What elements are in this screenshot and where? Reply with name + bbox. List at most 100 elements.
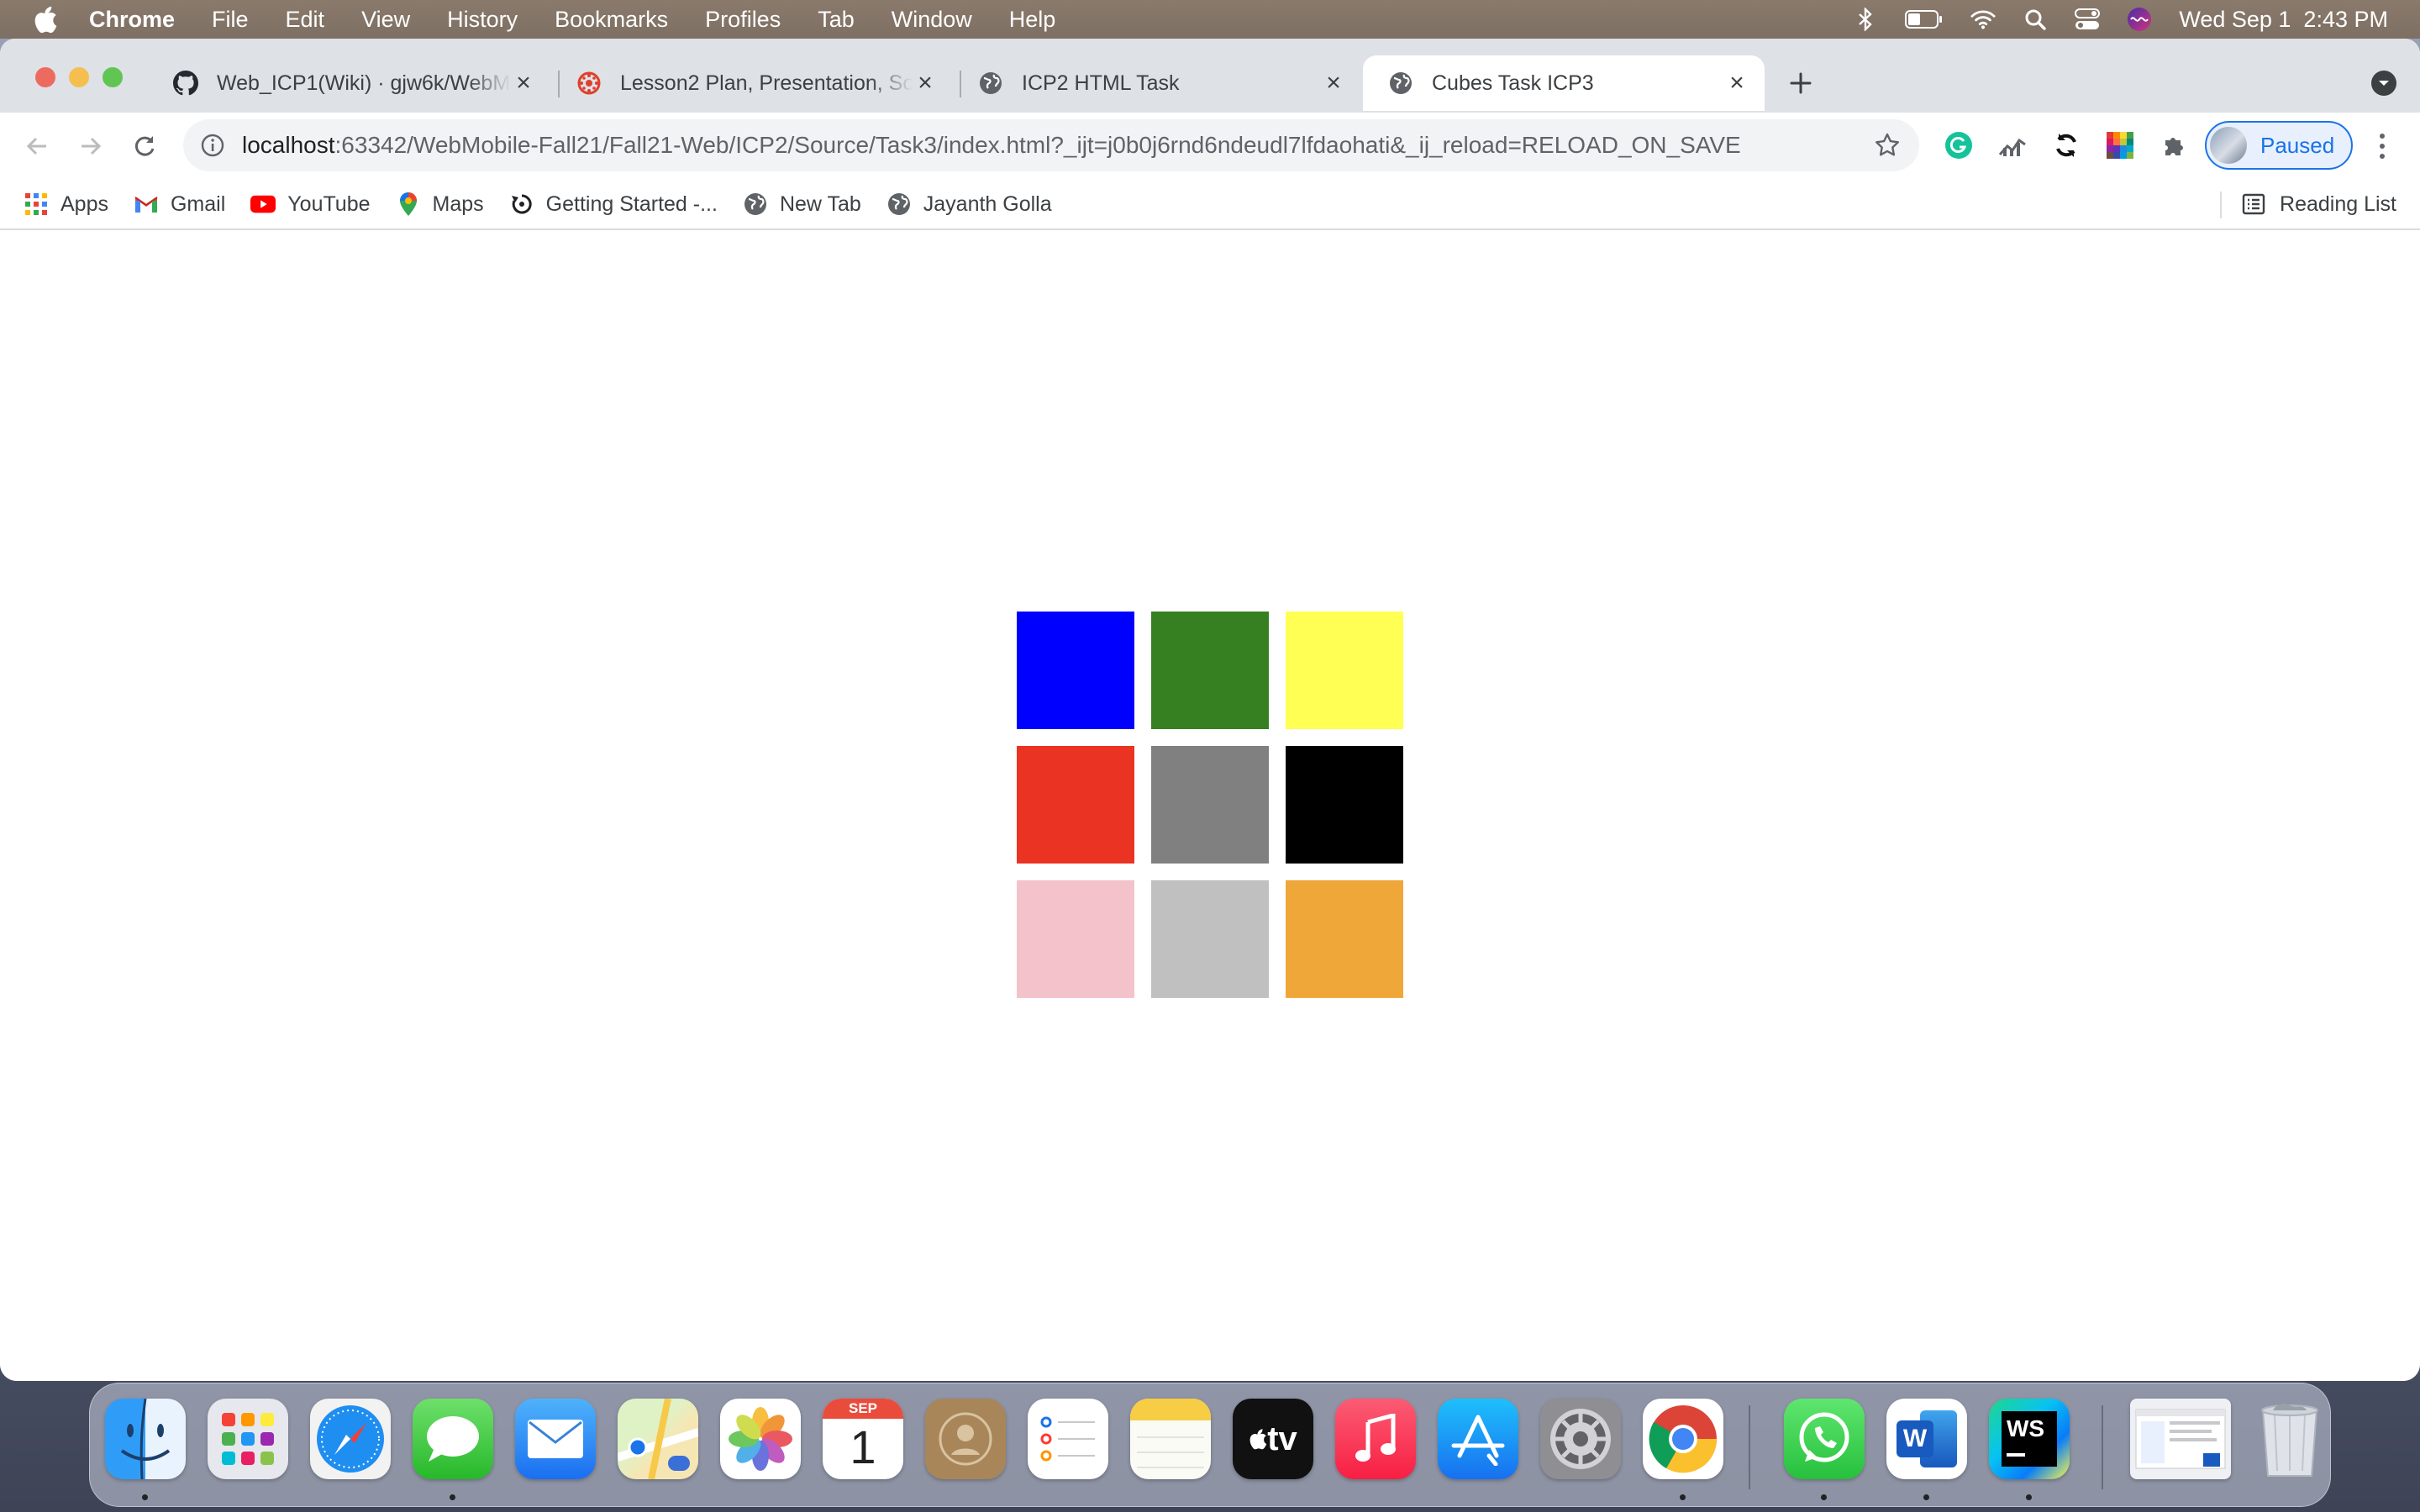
menu-profiles[interactable]: Profiles xyxy=(705,7,781,33)
color-cube xyxy=(1151,746,1269,864)
bookmark-new-tab[interactable]: New Tab xyxy=(743,192,861,217)
color-cube xyxy=(1151,880,1269,998)
notes-icon[interactable] xyxy=(1130,1399,1211,1479)
battery-icon[interactable] xyxy=(1905,7,1944,32)
menu-view[interactable]: View xyxy=(361,7,410,33)
system-preferences-icon[interactable] xyxy=(1540,1399,1621,1479)
contacts-icon[interactable] xyxy=(925,1399,1006,1479)
safari-icon[interactable] xyxy=(310,1399,391,1479)
whatsapp-icon[interactable] xyxy=(1784,1399,1865,1479)
app-menu-chrome[interactable]: Chrome xyxy=(89,7,175,33)
wifi-icon[interactable] xyxy=(1970,7,1996,32)
reading-list-label: Reading List xyxy=(2280,192,2396,216)
url-text[interactable]: localhost:63342/WebMobile-Fall21/Fall21-… xyxy=(242,132,1872,159)
apple-icon[interactable] xyxy=(34,5,59,34)
reminders-icon[interactable] xyxy=(1028,1399,1108,1479)
profile-button[interactable]: Paused xyxy=(2205,121,2353,170)
color-palette-extension-icon[interactable] xyxy=(2104,129,2136,161)
menu-file[interactable]: File xyxy=(212,7,249,33)
address-bar[interactable]: localhost:63342/WebMobile-Fall21/Fall21-… xyxy=(183,119,1919,171)
site-info-icon[interactable] xyxy=(200,133,225,158)
cubes-grid xyxy=(1017,612,1403,998)
extensions-puzzle-icon[interactable] xyxy=(2158,129,2190,161)
bookmark-maps[interactable]: Maps xyxy=(396,192,484,217)
menu-history[interactable]: History xyxy=(447,7,518,33)
bluetooth-icon[interactable] xyxy=(1853,7,1878,32)
forward-arrow-icon xyxy=(82,137,102,155)
tab-cubes-task-icp3[interactable]: Cubes Task ICP3 × xyxy=(1363,55,1765,111)
siri-icon[interactable] xyxy=(2127,7,2152,32)
new-tab-button[interactable] xyxy=(1781,64,1820,102)
bookmark-jayanth-golla[interactable]: Jayanth Golla xyxy=(886,192,1052,217)
window-close-button[interactable] xyxy=(35,67,55,87)
webstorm-label: WS xyxy=(2007,1415,2045,1441)
bookmark-apps[interactable]: Apps xyxy=(24,192,108,217)
globe-icon xyxy=(1388,71,1413,96)
menubar-clock[interactable]: Wed Sep 1 2:43 PM xyxy=(2179,7,2388,33)
launchpad-icon[interactable] xyxy=(208,1399,288,1479)
messages-icon[interactable] xyxy=(413,1399,493,1479)
chrome-icon[interactable] xyxy=(1643,1399,1723,1479)
tab-strip: Web_ICP1(Wiki) · gjw6k/WebM × Lesson2 Pl… xyxy=(0,39,2420,113)
grammarly-extension-icon[interactable] xyxy=(1943,129,1975,161)
sync-extension-icon[interactable] xyxy=(2050,129,2082,161)
dock-divider xyxy=(1749,1405,1750,1489)
window-zoom-button[interactable] xyxy=(103,67,123,87)
analytics-extension-icon[interactable] xyxy=(1996,129,2028,161)
back-button[interactable] xyxy=(20,129,54,163)
reload-button[interactable] xyxy=(128,129,161,163)
trash-icon[interactable] xyxy=(2249,1399,2330,1479)
webstorm-icon[interactable]: WS xyxy=(1989,1399,2070,1479)
tab-close-icon[interactable]: × xyxy=(1321,69,1346,97)
tab-close-icon[interactable]: × xyxy=(913,69,938,97)
bookmark-getting-started[interactable]: Getting Started -... xyxy=(509,192,718,217)
chevron-down-icon xyxy=(2379,81,2389,86)
gmail-icon xyxy=(134,192,159,217)
forward-button[interactable] xyxy=(74,129,108,163)
tab-search-button[interactable] xyxy=(2371,71,2396,96)
menu-bookmarks[interactable]: Bookmarks xyxy=(555,7,668,33)
window-preview-icon[interactable] xyxy=(2130,1399,2231,1479)
youtube-icon xyxy=(250,192,276,217)
globe-icon xyxy=(743,192,768,217)
color-cube xyxy=(1286,746,1403,864)
dock: SEP 1 tv W WS xyxy=(89,1383,2331,1507)
window-minimize-button[interactable] xyxy=(69,67,89,87)
more-menu-icon[interactable] xyxy=(2370,129,2395,163)
tab-web-icp1-wiki[interactable]: Web_ICP1(Wiki) · gjw6k/WebM × xyxy=(148,55,551,111)
tab-icp2-html-task[interactable]: ICP2 HTML Task × xyxy=(953,55,1361,111)
menu-window[interactable]: Window xyxy=(892,7,972,33)
reading-list-button[interactable]: Reading List xyxy=(2241,180,2396,228)
bookmark-label: Jayanth Golla xyxy=(923,192,1052,216)
tab-lesson2-plan[interactable]: Lesson2 Plan, Presentation, So × xyxy=(551,55,953,111)
mail-icon[interactable] xyxy=(515,1399,596,1479)
bookmark-label: YouTube xyxy=(287,192,371,216)
color-cube xyxy=(1286,612,1403,729)
menu-help[interactable]: Help xyxy=(1009,7,1056,33)
getting-started-icon xyxy=(509,192,534,217)
running-indicator xyxy=(1680,1494,1686,1500)
app-store-icon[interactable] xyxy=(1438,1399,1518,1479)
canvas-icon xyxy=(576,71,602,96)
tab-close-icon[interactable]: × xyxy=(511,69,536,97)
page-content xyxy=(0,230,2420,1381)
bookmark-star-icon[interactable] xyxy=(1872,130,1902,160)
word-icon[interactable]: W xyxy=(1886,1399,1967,1479)
music-icon[interactable] xyxy=(1335,1399,1416,1479)
bookmark-youtube[interactable]: YouTube xyxy=(250,192,371,217)
menu-tab[interactable]: Tab xyxy=(818,7,855,33)
color-cube xyxy=(1286,880,1403,998)
menu-edit[interactable]: Edit xyxy=(286,7,325,33)
tab-title: Lesson2 Plan, Presentation, So xyxy=(620,71,913,95)
control-center-icon[interactable] xyxy=(2075,7,2101,32)
photos-icon[interactable] xyxy=(720,1399,801,1479)
apple-tv-icon[interactable]: tv xyxy=(1233,1399,1313,1479)
reading-list-icon xyxy=(2241,192,2266,217)
calendar-icon[interactable]: SEP 1 xyxy=(823,1399,903,1479)
finder-icon[interactable] xyxy=(105,1399,186,1479)
maps-icon[interactable] xyxy=(618,1399,698,1479)
spotlight-search-icon[interactable] xyxy=(2023,7,2048,32)
tab-close-icon[interactable]: × xyxy=(1724,69,1749,97)
word-letter: W xyxy=(1897,1420,1933,1457)
bookmark-gmail[interactable]: Gmail xyxy=(134,192,225,217)
